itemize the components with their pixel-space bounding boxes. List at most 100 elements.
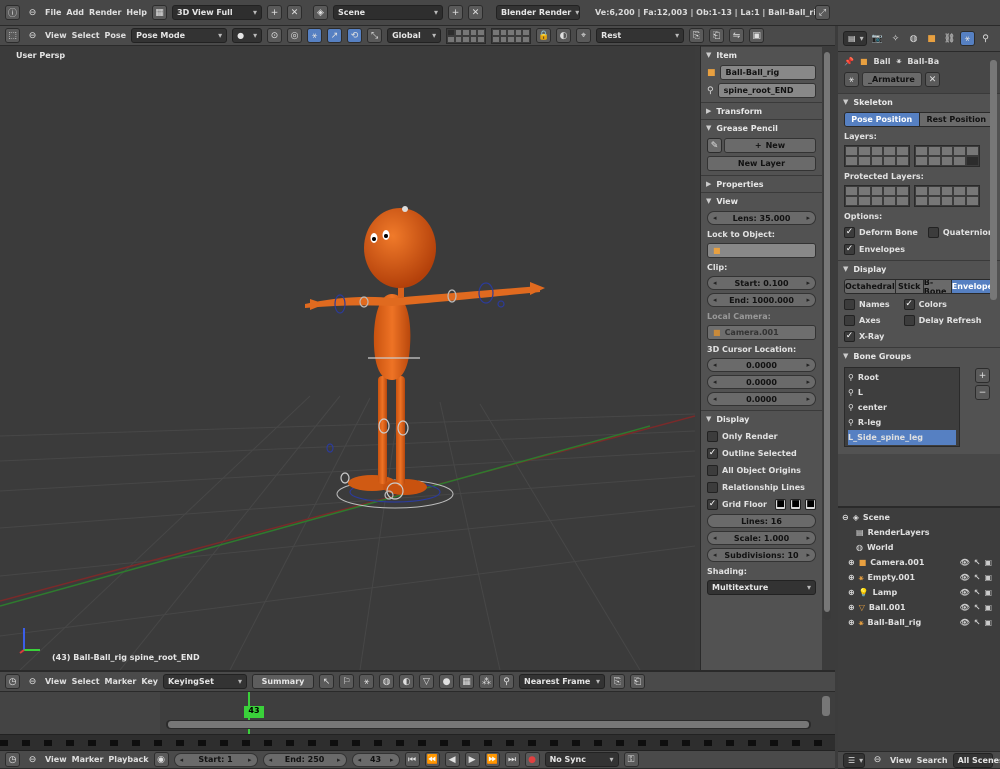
render-icon[interactable]: ▣ (984, 573, 992, 582)
protected-layers-left[interactable] (844, 185, 910, 207)
rotate-icon[interactable]: ⟲ (347, 28, 363, 43)
outliner-row-world[interactable]: ◍ World (842, 540, 996, 555)
properties-header[interactable]: Properties (701, 175, 822, 192)
dopesheet-mode-dropdown[interactable]: KeyingSet (163, 674, 248, 689)
play-icon[interactable]: ▶ (464, 752, 480, 767)
outliner-editor-type[interactable]: ☰ (843, 752, 865, 768)
timeline-editor-icon[interactable]: ◷ (5, 752, 20, 767)
mode-dropdown[interactable]: Pose Mode (131, 28, 228, 43)
fullscreen-icon[interactable]: ⤢ (815, 5, 830, 20)
auto-key-icon[interactable]: ● (524, 752, 540, 767)
outliner-row-armature[interactable]: ⊕ ⚹ Ball-Ball_rig 👁 ↖ ▣ (842, 615, 996, 630)
only-render-checkbox[interactable]: Only Render (707, 429, 816, 443)
grid-subdivisions-field[interactable]: ◂ Subdivisions: 10 ▸ (707, 548, 816, 562)
clip-start-field[interactable]: ◂ Start: 0.100 ▸ (707, 276, 816, 290)
dopesheet-hscroll[interactable] (166, 720, 811, 729)
render-engine-dropdown[interactable]: Blender Render (496, 5, 581, 20)
armature-display-header[interactable]: Display (838, 260, 1000, 277)
screen-layout-dropdown[interactable]: 3D View Full (172, 5, 263, 20)
filter-particles-icon[interactable]: ⁂ (479, 674, 495, 689)
scale-icon[interactable]: ⤡ (367, 28, 383, 43)
outliner-row-scene[interactable]: ⊖ ◈ Scene (842, 510, 996, 525)
scene-layers-right[interactable] (491, 27, 532, 44)
jump-start-icon[interactable]: ⏮ (404, 752, 420, 767)
object-tab-icon[interactable]: ■ (924, 31, 939, 46)
remove-bone-group-icon[interactable]: − (975, 385, 990, 400)
scene-icon[interactable]: ◈ (313, 5, 329, 20)
scene-layers-left[interactable] (446, 27, 487, 44)
axis-x-toggle[interactable]: ■ (775, 498, 786, 510)
menu-help[interactable]: Help (126, 8, 147, 17)
next-key-icon[interactable]: ⏩ (484, 752, 500, 767)
add-scene-icon[interactable]: + (448, 5, 464, 20)
frame-ruler[interactable] (0, 734, 835, 750)
cursor-x-field[interactable]: ◂ 0.0000 ▸ (707, 358, 816, 372)
timeline-menu-playback[interactable]: Playback (108, 755, 148, 764)
filter-world-icon[interactable]: ◐ (399, 674, 415, 689)
bone-group-item[interactable]: ⚲ L (848, 385, 956, 400)
remove-screen-icon[interactable]: ✕ (287, 5, 303, 20)
menu-view[interactable]: View (45, 31, 67, 40)
world-tab-icon[interactable]: ◍ (906, 31, 921, 46)
3d-viewport[interactable]: User Persp (43) Ball-Ball_rig spine_root… (0, 46, 695, 670)
translate-icon[interactable]: ↗ (327, 28, 343, 43)
view3d-editor-icon[interactable]: ⬚ (5, 28, 20, 43)
pencil-icon[interactable]: ✎ (707, 138, 722, 153)
render-preview-icon[interactable]: ▣ (749, 28, 765, 43)
outliner-row-empty[interactable]: ⊕ ⚹ Empty.001 👁 ↖ ▣ (842, 570, 996, 585)
grease-pencil-header[interactable]: Grease Pencil (701, 119, 822, 136)
properties-editor-type[interactable]: ▤ (843, 31, 867, 46)
bone-group-item[interactable]: ⚲ Root (848, 370, 956, 385)
bone-group-item[interactable]: ⚲ R-leg (848, 415, 956, 430)
transform-header[interactable]: Transform (701, 102, 822, 119)
add-bone-group-icon[interactable]: + (975, 368, 990, 383)
constraints-tab-icon[interactable]: ⛓ (942, 31, 957, 46)
axes-checkbox[interactable]: Axes (844, 313, 890, 327)
select-icon[interactable]: ↖ (974, 618, 981, 627)
bone-tab-icon[interactable]: ⚲ (978, 31, 993, 46)
snap-icon[interactable]: ⌖ (576, 28, 592, 43)
display-envelope[interactable]: Envelope (951, 280, 993, 293)
outliner-row-lamp[interactable]: ⊕ 💡 Lamp 👁 ↖ ▣ (842, 585, 996, 600)
delay-refresh-checkbox[interactable]: Delay Refresh (903, 313, 981, 327)
keying-icon[interactable]: ⚿ (623, 752, 639, 767)
record-icon[interactable]: ◉ (153, 752, 169, 767)
outline-selected-checkbox[interactable]: ✓ Outline Selected (707, 446, 816, 460)
visibility-icon[interactable]: 👁 (960, 558, 970, 567)
dopesheet-menu-marker[interactable]: Marker (105, 677, 137, 686)
deform-bone-checkbox[interactable]: ✓ Deform Bone (844, 225, 918, 239)
start-frame-field[interactable]: ◂ Start: 1 ▸ (173, 752, 258, 767)
bone-groups-header[interactable]: Bone Groups (838, 347, 1000, 364)
render-icon[interactable]: ▣ (984, 603, 992, 612)
only-selected-icon[interactable]: ↖ (319, 674, 335, 689)
axis-z-toggle[interactable]: ■ (805, 498, 816, 510)
quaternion-checkbox[interactable]: Quaternion (927, 225, 994, 239)
dopesheet-menu-key[interactable]: Key (141, 677, 158, 686)
colors-checkbox[interactable]: ✓ Colors (903, 297, 982, 311)
menu-add[interactable]: Add (66, 8, 84, 17)
info-editor-icon[interactable]: ⓘ (5, 5, 20, 20)
select-icon[interactable]: ↖ (974, 573, 981, 582)
visibility-icon[interactable]: 👁 (960, 573, 970, 582)
outliner-row-mesh[interactable]: ⊕ ▽ Ball.001 👁 ↖ ▣ (842, 600, 996, 615)
lens-field[interactable]: ◂ Lens: 35.000 ▸ (707, 211, 816, 225)
pose-position-option[interactable]: Pose Position (845, 113, 920, 126)
menu-file[interactable]: File (45, 8, 61, 17)
item-header[interactable]: Item (701, 46, 822, 63)
menu-pose[interactable]: Pose (105, 31, 127, 40)
collapse-menu-icon[interactable]: ⊖ (25, 5, 40, 20)
axis-y-toggle[interactable]: ■ (790, 498, 801, 510)
select-icon[interactable]: ↖ (974, 603, 981, 612)
pivot-icon[interactable]: ⊙ (267, 28, 283, 43)
dopesheet-menu-select[interactable]: Select (72, 677, 100, 686)
relationship-lines-checkbox[interactable]: Relationship Lines (707, 480, 816, 494)
remove-scene-icon[interactable]: ✕ (468, 5, 484, 20)
cursor-y-field[interactable]: ◂ 0.0000 ▸ (707, 375, 816, 389)
all-origins-checkbox[interactable]: All Object Origins (707, 463, 816, 477)
names-checkbox[interactable]: Names (844, 297, 890, 311)
scene-dropdown[interactable]: Scene (333, 5, 444, 20)
render-tab-icon[interactable]: 📷 (870, 31, 885, 46)
proportional-edit-icon[interactable]: ◐ (556, 28, 572, 43)
armature-tab-icon[interactable]: ⚹ (960, 31, 975, 46)
snap-mode-dropdown[interactable]: Nearest Frame (519, 674, 606, 689)
